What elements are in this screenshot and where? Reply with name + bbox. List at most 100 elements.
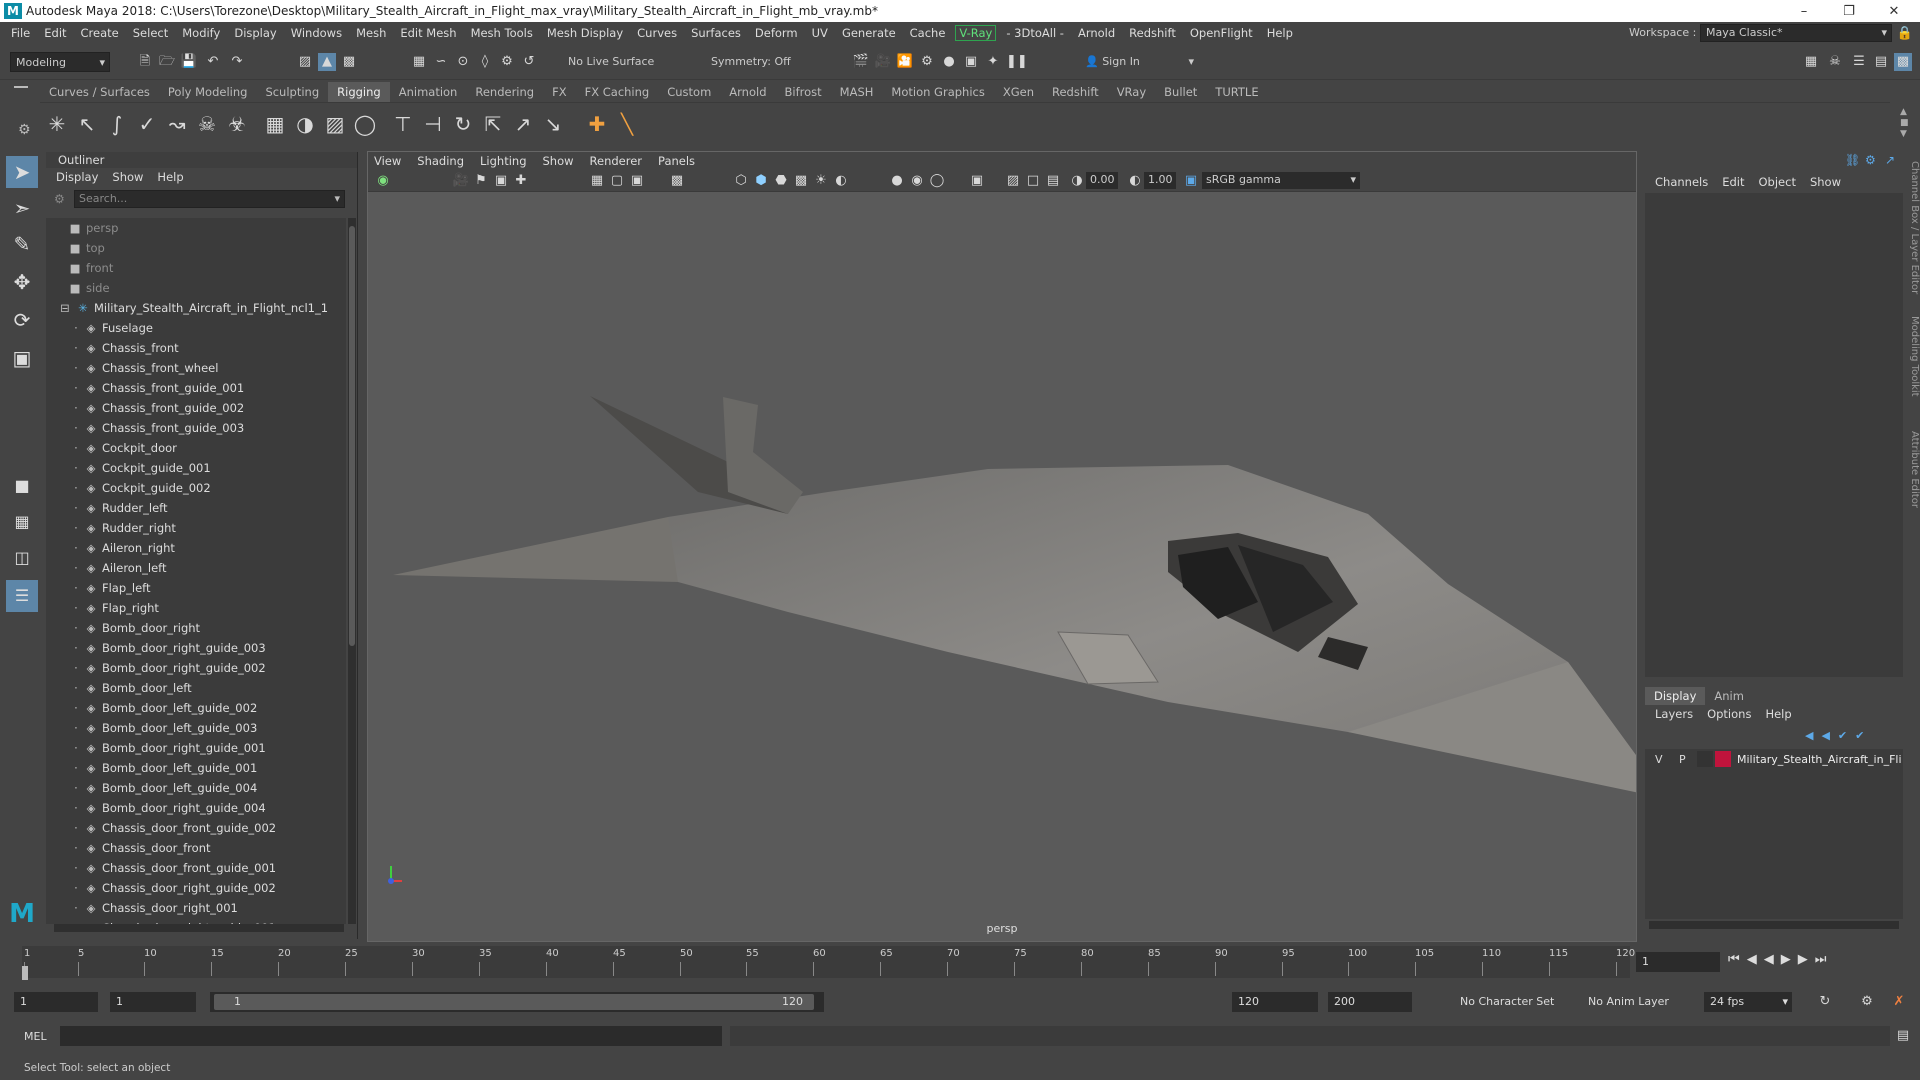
viewport-menu-view[interactable]: View [374,154,401,168]
menu-3dtoall[interactable]: - 3DtoAll - [999,26,1071,40]
outliner-item-fuselage[interactable]: · ◈ Fuselage [46,318,346,338]
outliner-scrollbar[interactable] [348,218,356,924]
outliner-search-input[interactable]: Search... ▾ [74,190,345,208]
quick-rig-icon[interactable]: ☠ [194,111,220,137]
undo-icon[interactable]: ↶ [204,53,222,71]
menu-windows[interactable]: Windows [284,26,349,40]
xray-joints-icon[interactable]: □ [1024,172,1042,190]
outliner-item-chassis-door-front[interactable]: · ◈ Chassis_door_front [46,838,346,858]
outliner-item-chassis-door-front-guide-002[interactable]: · ◈ Chassis_door_front_guide_002 [46,818,346,838]
select-camera-icon[interactable]: ◉ [374,172,392,190]
expand-dot-icon[interactable]: · [72,678,80,698]
shelf-tab-vray[interactable]: VRay [1108,82,1155,102]
outliner-item-bomb-door-right-guide-003[interactable]: · ◈ Bomb_door_right_guide_003 [46,638,346,658]
shelf-tab-motion-graphics[interactable]: Motion Graphics [882,82,993,102]
expand-dot-icon[interactable]: · [72,838,80,858]
ik-spline-icon[interactable]: ↝ [164,111,190,137]
restore-button[interactable]: ❐ [1829,0,1869,22]
xray-components-icon[interactable]: ▤ [1044,172,1062,190]
expand-dot-icon[interactable]: · [72,318,80,338]
four-view-icon[interactable]: ▦ [6,506,38,538]
outliner-filter-icon[interactable]: ⚙ [54,192,65,206]
shelf-tab-bifrost[interactable]: Bifrost [776,82,831,102]
layer-tab-anim[interactable]: Anim [1705,687,1753,705]
snap-curve-icon[interactable]: ∽ [432,53,450,71]
move-tool-icon[interactable]: ✥ [6,266,38,298]
menu-curves[interactable]: Curves [630,26,684,40]
parent-constraint-icon[interactable]: ⊤ [390,111,416,137]
outliner-item-aileron-left[interactable]: · ◈ Aileron_left [46,558,346,578]
expand-dot-icon[interactable]: · [72,498,80,518]
time-slider[interactable]: 1 5 10 15 20 25 30 35 40 45 50 55 60 65 70 75 80 85 90 95 10… [0,946,1920,982]
render-frame-icon[interactable]: 🎥 [874,53,892,71]
layer-visibility-toggle[interactable]: V [1655,753,1663,766]
select-hierarchy-icon[interactable]: ▨ [296,53,314,71]
outliner-layout-icon[interactable]: ☰ [6,580,38,612]
side-tab-channel-box-layer-editor[interactable]: Channel Box / Layer Editor [1905,161,1920,294]
bind-skin-icon[interactable]: ▦ [262,111,288,137]
paint-select-icon[interactable]: ✎ [6,228,38,260]
outliner-item-bomb-door-right-guide-001[interactable]: · ◈ Bomb_door_right_guide_001 [46,738,346,758]
outliner-item-cockpit-guide-002[interactable]: · ◈ Cockpit_guide_002 [46,478,346,498]
wireframe-on-shaded-icon[interactable]: ⬣ [772,172,790,190]
colorspace-dropdown[interactable]: sRGB gamma ▾ [1202,172,1360,189]
channel-menu-object[interactable]: Object [1759,175,1796,189]
viewport-menu-shading[interactable]: Shading [417,154,464,168]
expand-dot-icon[interactable]: · [72,558,80,578]
outliner-item-chassis-front-guide-003[interactable]: · ◈ Chassis_front_guide_003 [46,418,346,438]
shelf-tab-bullet[interactable]: Bullet [1155,82,1206,102]
gamma-icon[interactable]: ◐ [1126,172,1144,190]
outliner-camera-front[interactable]: ■ front [46,258,346,278]
viewport-panel[interactable]: View Shading Lighting Show Renderer Panels ◉ … [367,151,1637,942]
expand-dot-icon[interactable]: · [72,638,80,658]
ipr-render-icon[interactable]: 🎦 [896,53,914,71]
outliner-item-bomb-door-left-guide-002[interactable]: · ◈ Bomb_door_left_guide_002 [46,698,346,718]
snap-view-icon[interactable]: ◊ [476,53,494,71]
workspace-dropdown[interactable]: Maya Classic* ▾ [1700,24,1892,42]
preferences-icon[interactable]: ✗ [1890,993,1908,1011]
outliner-item-bomb-door-right-guide-004[interactable]: · ◈ Bomb_door_right_guide_004 [46,798,346,818]
make-live-icon[interactable]: ↺ [520,53,538,71]
cluster-icon[interactable]: ◯ [352,111,378,137]
resolution-gate-icon[interactable]: ▣ [628,172,646,190]
collapse-icon[interactable]: ⊟ [58,298,72,318]
film-gate-icon[interactable]: ▢ [608,172,626,190]
rotate-tool-icon[interactable]: ⟳ [6,304,38,336]
outliner-root-group[interactable]: ⊟ ✳ Military_Stealth_Aircraft_in_Flight_nc… [46,298,346,318]
expand-dot-icon[interactable]: · [72,578,80,598]
xray-icon[interactable]: ▨ [1004,172,1022,190]
range-handle[interactable] [214,994,814,1010]
expand-dot-icon[interactable]: · [72,618,80,638]
outliner-item-bomb-door-left-guide-004[interactable]: · ◈ Bomb_door_left_guide_004 [46,778,346,798]
anim-start-field[interactable]: 1 [14,992,98,1012]
menu-create[interactable]: Create [74,26,126,40]
select-component-icon[interactable]: ▩ [340,53,358,71]
safe-action-icon[interactable]: ▩ [668,172,686,190]
menu-set-dropdown[interactable]: Modeling ▾ [10,52,110,72]
expand-dot-icon[interactable]: · [72,438,80,458]
shelf-tab-curves-surfaces[interactable]: Curves / Surfaces [40,82,159,102]
shelf-tab-fx-caching[interactable]: FX Caching [576,82,659,102]
menu-mesh[interactable]: Mesh [349,26,393,40]
hypershade-icon[interactable]: ● [940,53,958,71]
live-surface-field[interactable]: No Live Surface [563,52,663,72]
scale-constraint-icon[interactable]: ⇱ [480,111,506,137]
outliner-item-cockpit-door[interactable]: · ◈ Cockpit_door [46,438,346,458]
layer-reference-toggle[interactable] [1697,751,1713,767]
shelf-menu-icon[interactable] [14,86,28,88]
outliner-camera-top[interactable]: ■ top [46,238,346,258]
snap-grid-icon[interactable]: ▦ [410,53,428,71]
outliner-item-bomb-door-left-guide-003[interactable]: · ◈ Bomb_door_left_guide_003 [46,718,346,738]
bookmark-icon[interactable]: ⚑ [472,172,490,190]
two-d-pan-icon[interactable]: ✚ [512,172,530,190]
mirror-joint-icon[interactable]: ∫ [104,111,130,137]
outliner-menu-show[interactable]: Show [112,170,143,184]
outliner-item-chassis-front-guide-002[interactable]: · ◈ Chassis_front_guide_002 [46,398,346,418]
outliner-item-bomb-door-right-guide-002[interactable]: · ◈ Bomb_door_right_guide_002 [46,658,346,678]
render-settings-icon[interactable]: ⚙ [918,53,936,71]
viewport-menu-lighting[interactable]: Lighting [480,154,526,168]
menu-redshift[interactable]: Redshift [1122,26,1183,40]
menu-help[interactable]: Help [1260,26,1300,40]
anti-aliasing-icon[interactable]: ◯ [928,172,946,190]
menu-deform[interactable]: Deform [748,26,805,40]
